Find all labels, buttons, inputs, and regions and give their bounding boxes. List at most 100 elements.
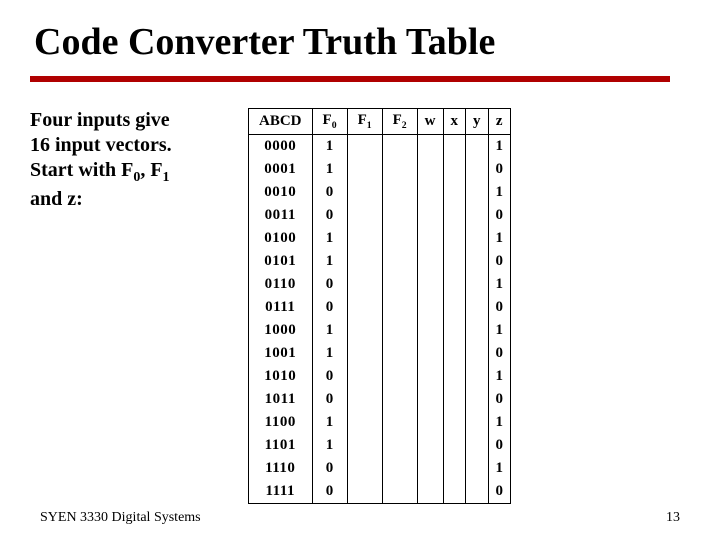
- cell-abcd: 1100: [249, 411, 313, 434]
- cell-f0: 0: [312, 365, 347, 388]
- table-row: 11110 0: [249, 480, 511, 504]
- left-description: Four inputs give 16 input vectors. Start…: [30, 108, 230, 212]
- cell-z: 1: [488, 411, 511, 434]
- cell-x: [443, 365, 466, 388]
- cell-f0: 1: [312, 227, 347, 250]
- left-line3-mid: , F: [140, 159, 162, 181]
- footer-page: 13: [666, 510, 680, 526]
- cell-f2: [382, 181, 417, 204]
- cell-f1: [347, 319, 382, 342]
- cell-z: 1: [488, 273, 511, 296]
- slide-title: Code Converter Truth Table: [34, 20, 690, 64]
- cell-w: [417, 480, 443, 504]
- cell-z: 1: [488, 181, 511, 204]
- th-abcd: ABCD: [249, 109, 313, 135]
- cell-abcd: 0001: [249, 158, 313, 181]
- cell-f1: [347, 204, 382, 227]
- cell-w: [417, 227, 443, 250]
- cell-f1: [347, 434, 382, 457]
- cell-w: [417, 342, 443, 365]
- cell-y: [466, 480, 489, 504]
- cell-f0: 1: [312, 319, 347, 342]
- cell-z: 0: [488, 388, 511, 411]
- table-row: 01110 0: [249, 296, 511, 319]
- table-row: 01011 0: [249, 250, 511, 273]
- cell-y: [466, 273, 489, 296]
- cell-z: 1: [488, 457, 511, 480]
- table-row: 11100 1: [249, 457, 511, 480]
- th-w: w: [417, 109, 443, 135]
- cell-z: 0: [488, 296, 511, 319]
- cell-f1: [347, 296, 382, 319]
- cell-z: 0: [488, 250, 511, 273]
- cell-f2: [382, 204, 417, 227]
- cell-z: 0: [488, 480, 511, 504]
- cell-y: [466, 181, 489, 204]
- cell-abcd: 0110: [249, 273, 313, 296]
- table-row: 00011 0: [249, 158, 511, 181]
- cell-z: 0: [488, 342, 511, 365]
- cell-y: [466, 457, 489, 480]
- cell-f1: [347, 250, 382, 273]
- cell-w: [417, 388, 443, 411]
- cell-f1: [347, 227, 382, 250]
- title-rule: [30, 76, 670, 82]
- cell-w: [417, 434, 443, 457]
- cell-w: [417, 135, 443, 159]
- cell-abcd: 0100: [249, 227, 313, 250]
- cell-y: [466, 365, 489, 388]
- table-row: 11011 0: [249, 434, 511, 457]
- cell-f1: [347, 158, 382, 181]
- table-row: 11001 1: [249, 411, 511, 434]
- cell-x: [443, 480, 466, 504]
- table-row: 10001 1: [249, 319, 511, 342]
- cell-w: [417, 273, 443, 296]
- left-line2: 16 input vectors.: [30, 134, 172, 156]
- cell-f2: [382, 342, 417, 365]
- cell-f2: [382, 158, 417, 181]
- cell-f0: 1: [312, 250, 347, 273]
- th-x: x: [443, 109, 466, 135]
- cell-f0: 1: [312, 135, 347, 159]
- cell-f2: [382, 273, 417, 296]
- left-line4: and z:: [30, 188, 83, 210]
- cell-f0: 1: [312, 342, 347, 365]
- cell-z: 0: [488, 158, 511, 181]
- table-row: 00001 1: [249, 135, 511, 159]
- cell-w: [417, 204, 443, 227]
- cell-f2: [382, 411, 417, 434]
- cell-y: [466, 319, 489, 342]
- cell-w: [417, 319, 443, 342]
- cell-f1: [347, 365, 382, 388]
- cell-f1: [347, 273, 382, 296]
- cell-x: [443, 319, 466, 342]
- table-row: 10100 1: [249, 365, 511, 388]
- th-f1: F1: [347, 109, 382, 135]
- cell-f1: [347, 388, 382, 411]
- footer-course: SYEN 3330 Digital Systems: [40, 510, 201, 526]
- cell-w: [417, 411, 443, 434]
- cell-f1: [347, 480, 382, 504]
- cell-x: [443, 273, 466, 296]
- footer: SYEN 3330 Digital Systems 13: [40, 510, 680, 526]
- cell-f2: [382, 135, 417, 159]
- cell-w: [417, 250, 443, 273]
- cell-abcd: 0101: [249, 250, 313, 273]
- cell-f0: 0: [312, 480, 347, 504]
- cell-f1: [347, 411, 382, 434]
- cell-y: [466, 250, 489, 273]
- cell-x: [443, 457, 466, 480]
- table-row: 01001 1: [249, 227, 511, 250]
- cell-x: [443, 250, 466, 273]
- cell-f0: 0: [312, 273, 347, 296]
- cell-z: 1: [488, 227, 511, 250]
- cell-y: [466, 296, 489, 319]
- cell-abcd: 1111: [249, 480, 313, 504]
- cell-x: [443, 434, 466, 457]
- cell-x: [443, 204, 466, 227]
- content-area: Four inputs give 16 input vectors. Start…: [30, 108, 690, 504]
- cell-y: [466, 204, 489, 227]
- cell-z: 0: [488, 204, 511, 227]
- cell-abcd: 0000: [249, 135, 313, 159]
- table-row: 00100 1: [249, 181, 511, 204]
